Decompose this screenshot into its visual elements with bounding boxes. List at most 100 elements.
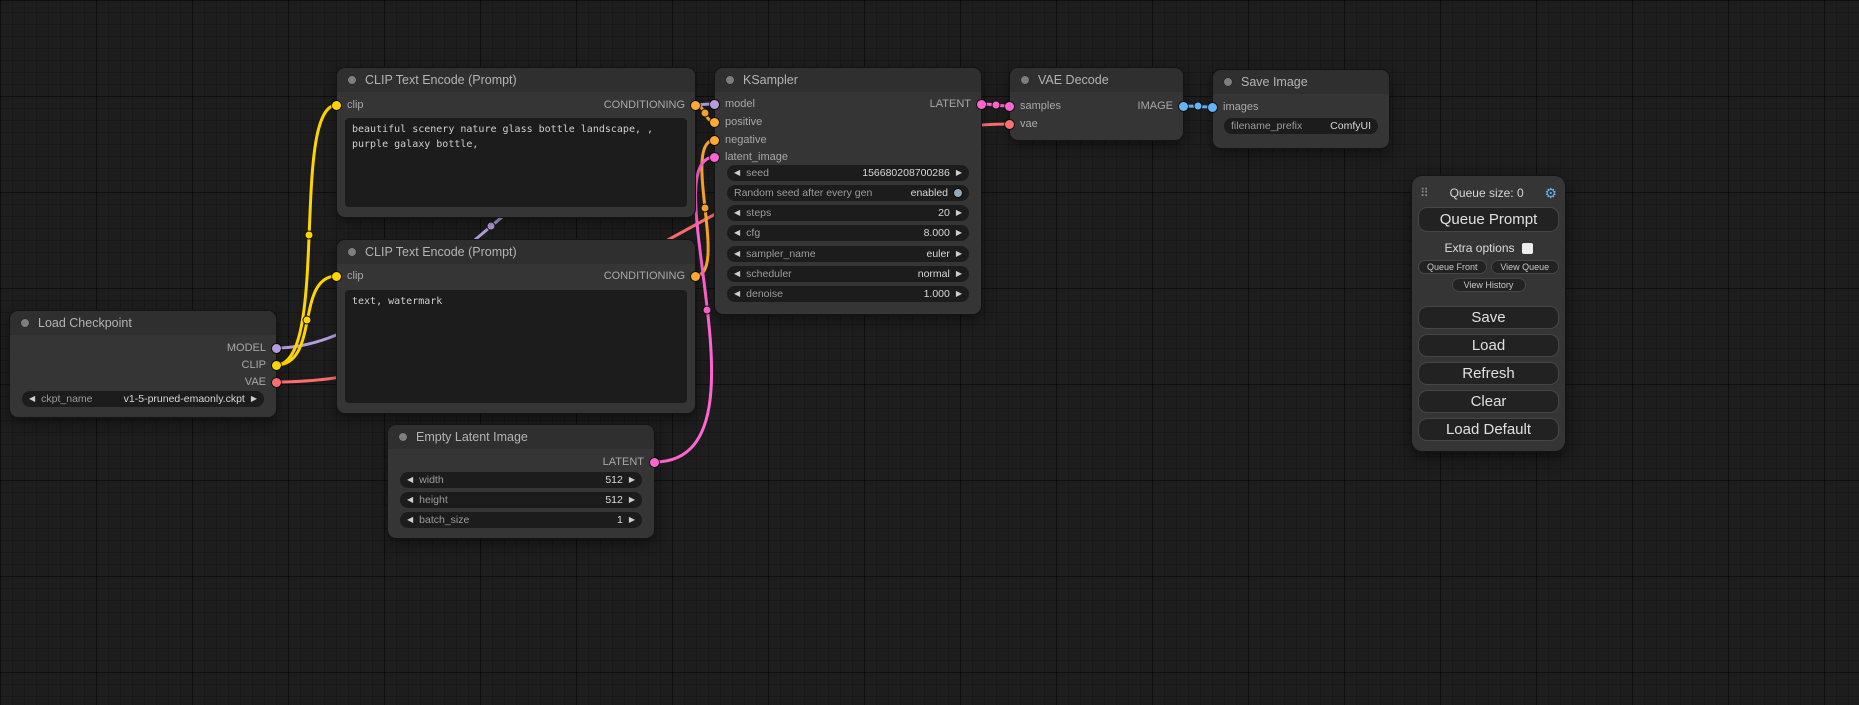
output-slot-conditioning[interactable]: CONDITIONING [604,268,700,284]
collapse-dot-icon[interactable] [20,318,30,328]
input-port-negative[interactable] [710,136,719,145]
collapse-dot-icon[interactable] [398,432,408,442]
increment-arrow-icon[interactable]: ▶ [629,496,635,504]
output-slot-vae[interactable]: VAE [245,374,281,390]
increment-arrow-icon[interactable]: ▶ [956,250,962,258]
output-port-vae[interactable] [272,378,281,387]
toggle-pip-icon[interactable] [954,189,962,197]
input-port-vae[interactable] [1005,120,1014,129]
output-slot-latent[interactable]: LATENT [930,96,986,112]
decrement-arrow-icon[interactable]: ◀ [407,476,413,484]
output-slot-image[interactable]: IMAGE [1138,98,1188,114]
increment-arrow-icon[interactable]: ▶ [956,229,962,237]
queue-menu-panel[interactable]: ⠿ Queue size: 0 ⚙ Queue Prompt Extra opt… [1412,176,1565,451]
node-clip-text-encode-negative[interactable]: CLIP Text Encode (Prompt) clip CONDITION… [337,240,695,413]
node-clip-text-encode-positive[interactable]: CLIP Text Encode (Prompt) clip CONDITION… [337,68,695,217]
input-port-latent-image[interactable] [710,153,719,162]
widget-height[interactable]: ◀ height 512 ▶ [400,492,642,508]
increment-arrow-icon[interactable]: ▶ [251,395,257,403]
widget-batch-size[interactable]: ◀ batch_size 1 ▶ [400,512,642,528]
decrement-arrow-icon[interactable]: ◀ [407,496,413,504]
decrement-arrow-icon[interactable]: ◀ [734,290,740,298]
node-title-bar[interactable]: Load Checkpoint [10,311,276,335]
output-slot-model[interactable]: MODEL [227,340,281,356]
input-slot-model[interactable]: model [710,96,755,112]
widget-ckpt-name[interactable]: ◀ ckpt_name v1-5-pruned-emaonly.ckpt ▶ [22,391,264,407]
increment-arrow-icon[interactable]: ▶ [956,290,962,298]
input-slot-images[interactable]: images [1208,99,1258,115]
view-queue-button[interactable]: View Queue [1491,260,1560,274]
increment-arrow-icon[interactable]: ▶ [956,270,962,278]
input-slot-clip[interactable]: clip [332,268,364,284]
node-title-bar[interactable]: VAE Decode [1010,68,1183,92]
decrement-arrow-icon[interactable]: ◀ [407,516,413,524]
collapse-dot-icon[interactable] [1020,75,1030,85]
output-slot-clip[interactable]: CLIP [242,357,281,373]
collapse-dot-icon[interactable] [347,75,357,85]
input-slot-clip[interactable]: clip [332,97,364,113]
node-ksampler[interactable]: KSampler model positive negative latent_… [715,68,981,314]
decrement-arrow-icon[interactable]: ◀ [734,270,740,278]
node-save-image[interactable]: Save Image images filename_prefix ComfyU… [1213,70,1389,148]
widget-filename-prefix[interactable]: filename_prefix ComfyUI [1224,118,1378,134]
increment-arrow-icon[interactable]: ▶ [956,169,962,177]
collapse-dot-icon[interactable] [347,247,357,257]
widget-seed[interactable]: ◀ seed 156680208700286 ▶ [727,165,969,181]
prompt-textarea[interactable]: text, watermark [345,290,687,403]
widget-denoise[interactable]: ◀ denoise 1.000 ▶ [727,286,969,302]
node-load-checkpoint[interactable]: Load Checkpoint MODEL CLIP VAE ◀ ckpt_na… [10,311,276,417]
input-slot-vae[interactable]: vae [1005,116,1038,132]
refresh-button[interactable]: Refresh [1418,362,1559,385]
widget-random-seed-toggle[interactable]: Random seed after every gen enabled [727,185,969,201]
input-port-positive[interactable] [710,118,719,127]
input-slot-negative[interactable]: negative [710,132,767,148]
decrement-arrow-icon[interactable]: ◀ [734,250,740,258]
output-port-conditioning[interactable] [691,272,700,281]
load-button[interactable]: Load [1418,334,1559,357]
collapse-dot-icon[interactable] [725,75,735,85]
output-slot-conditioning[interactable]: CONDITIONING [604,97,700,113]
decrement-arrow-icon[interactable]: ◀ [734,169,740,177]
node-title-bar[interactable]: KSampler [715,68,981,92]
node-empty-latent-image[interactable]: Empty Latent Image LATENT ◀ width 512 ▶ … [388,425,654,538]
input-slot-positive[interactable]: positive [710,114,762,130]
queue-front-button[interactable]: Queue Front [1418,260,1487,274]
node-title-bar[interactable]: Save Image [1213,70,1389,94]
queue-prompt-button[interactable]: Queue Prompt [1418,207,1559,232]
decrement-arrow-icon[interactable]: ◀ [734,209,740,217]
node-vae-decode[interactable]: VAE Decode samples vae IMAGE [1010,68,1183,140]
widget-width[interactable]: ◀ width 512 ▶ [400,472,642,488]
load-default-button[interactable]: Load Default [1418,418,1559,441]
input-port-clip[interactable] [332,101,341,110]
node-title-bar[interactable]: CLIP Text Encode (Prompt) [337,68,695,92]
decrement-arrow-icon[interactable]: ◀ [734,229,740,237]
output-port-model[interactable] [272,344,281,353]
input-port-samples[interactable] [1005,102,1014,111]
output-port-clip[interactable] [272,361,281,370]
extra-options-checkbox[interactable] [1522,243,1533,254]
node-title-bar[interactable]: CLIP Text Encode (Prompt) [337,240,695,264]
widget-cfg[interactable]: ◀ cfg 8.000 ▶ [727,225,969,241]
settings-gear-icon[interactable]: ⚙ [1544,185,1557,202]
widget-sampler-name[interactable]: ◀ sampler_name euler ▶ [727,246,969,262]
input-port-clip[interactable] [332,272,341,281]
increment-arrow-icon[interactable]: ▶ [629,516,635,524]
input-slot-samples[interactable]: samples [1005,98,1061,114]
input-port-images[interactable] [1208,103,1217,112]
output-slot-latent[interactable]: LATENT [603,454,659,470]
graph-canvas[interactable]: Load Checkpoint MODEL CLIP VAE ◀ ckpt_na… [0,0,1859,705]
output-port-latent[interactable] [977,100,986,109]
input-slot-latent-image[interactable]: latent_image [710,149,788,165]
increment-arrow-icon[interactable]: ▶ [956,209,962,217]
collapse-dot-icon[interactable] [1223,77,1233,87]
output-port-conditioning[interactable] [691,101,700,110]
node-title-bar[interactable]: Empty Latent Image [388,425,654,449]
save-button[interactable]: Save [1418,306,1559,329]
output-port-latent[interactable] [650,458,659,467]
input-port-model[interactable] [710,100,719,109]
menu-drag-handle-icon[interactable]: ⠿ [1420,186,1429,200]
increment-arrow-icon[interactable]: ▶ [629,476,635,484]
decrement-arrow-icon[interactable]: ◀ [29,395,35,403]
view-history-button[interactable]: View History [1452,278,1526,292]
widget-steps[interactable]: ◀ steps 20 ▶ [727,205,969,221]
